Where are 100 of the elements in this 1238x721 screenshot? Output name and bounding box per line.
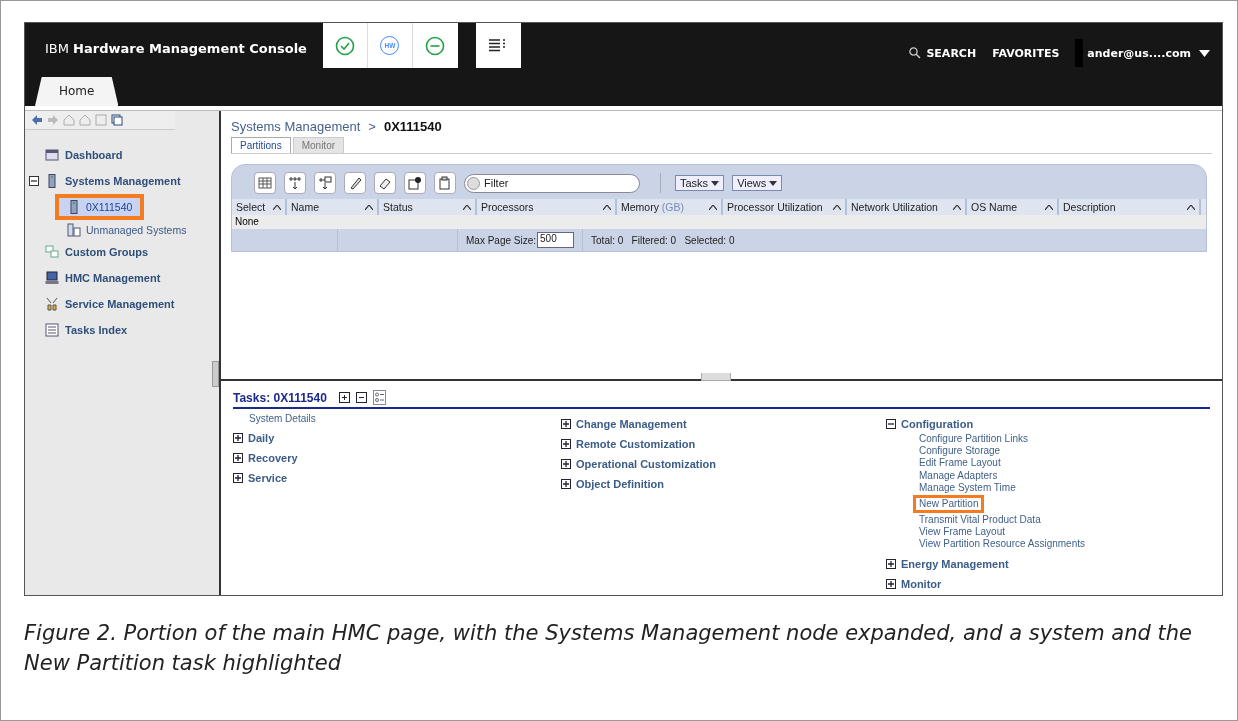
task-link[interactable]: View Partition Resource Assignments: [919, 538, 1085, 551]
list-icon: [45, 323, 59, 337]
expand-icon[interactable]: [233, 452, 243, 463]
columns-button[interactable]: [284, 172, 306, 194]
server-icon: [45, 174, 59, 188]
figure-caption: Figure 2. Portion of the main HMC page, with the Systems Management node expanded, and a system and the New Partition task highlighted: [24, 620, 1193, 677]
task-group[interactable]: Energy Management: [901, 558, 1009, 570]
expand-icon[interactable]: [233, 432, 243, 443]
tab[interactable]: Monitor: [292, 137, 345, 153]
eraser-button[interactable]: [374, 172, 396, 194]
collapse-icon[interactable]: [886, 418, 896, 429]
table-cell: None: [232, 215, 1206, 229]
expand-icon[interactable]: [886, 559, 896, 569]
caret-icon: [711, 180, 720, 186]
caret-icon: [769, 180, 778, 186]
task-group[interactable]: Daily: [248, 431, 275, 444]
totals-text: Total: 0 Filtered: 0 Selected: 0: [590, 234, 735, 246]
sidebar-item[interactable]: Service Management: [25, 291, 219, 317]
sort-icon[interactable]: [1045, 204, 1053, 210]
task-link[interactable]: View Frame Layout: [919, 526, 1005, 539]
home-tab[interactable]: Home: [35, 77, 119, 106]
minus-icon: [425, 35, 446, 56]
expand-icon[interactable]: [561, 438, 571, 449]
task-group[interactable]: Configuration: [901, 417, 974, 430]
columns-icon: [288, 176, 302, 190]
computer-icon: [45, 271, 59, 285]
app-title: IBM Hardware Management Console: [44, 40, 308, 56]
collapse-handle[interactable]: [212, 361, 219, 387]
task-group[interactable]: Recovery: [248, 451, 298, 464]
sort-icon[interactable]: [463, 204, 471, 210]
task-group[interactable]: Operational Customization: [576, 457, 716, 470]
server-icon: [67, 200, 81, 214]
tree-item[interactable]: 0X111540: [55, 194, 145, 220]
task-link[interactable]: System Details: [233, 413, 561, 427]
sort-icon[interactable]: [953, 204, 961, 210]
table-icon: [258, 176, 272, 190]
sort-icon[interactable]: [1187, 204, 1195, 210]
expand-icon[interactable]: [561, 418, 571, 429]
menu-icon: [489, 38, 508, 53]
sidebar-item[interactable]: Systems Management: [25, 168, 219, 194]
filter-rows-icon: [318, 176, 332, 190]
task-link[interactable]: Configure Storage: [919, 445, 1001, 458]
expand-icon[interactable]: [886, 579, 896, 589]
sidebar-item[interactable]: HMC Management: [25, 265, 219, 291]
sort-icon[interactable]: [709, 204, 717, 210]
check-icon: [334, 35, 355, 56]
page-size-label: Max Page Size:: [466, 234, 537, 246]
clipboard-button[interactable]: [434, 172, 456, 194]
task-list-icon[interactable]: [372, 390, 386, 405]
sidebar-item[interactable]: Custom Groups: [25, 239, 219, 265]
sort-icon[interactable]: [365, 204, 373, 210]
eraser-icon: [378, 176, 392, 190]
pencil-button[interactable]: [344, 172, 366, 194]
task-link[interactable]: Edit Frame Layout: [919, 457, 1001, 470]
menu-button[interactable]: [475, 23, 521, 68]
groups-icon: [45, 245, 59, 259]
sidebar-item[interactable]: Dashboard: [25, 142, 219, 168]
task-group[interactable]: Service: [248, 471, 288, 484]
expand-icon[interactable]: [233, 472, 243, 483]
expand-icon[interactable]: [561, 478, 571, 489]
back-arrow-icon[interactable]: [31, 114, 43, 126]
task-group[interactable]: Change Management: [576, 417, 687, 430]
search-link[interactable]: SEARCH: [909, 46, 977, 60]
caret-icon: [1199, 49, 1210, 57]
task-link[interactable]: Configure Partition Links: [919, 433, 1028, 446]
tools-icon: [45, 297, 59, 311]
server-question-icon: [67, 222, 81, 237]
clipboard-icon: [438, 176, 452, 190]
tab[interactable]: Partitions: [231, 137, 291, 153]
sidebar-item[interactable]: Tasks Index: [25, 317, 219, 343]
task-group[interactable]: Remote Customization: [576, 437, 696, 450]
filter-rows-button[interactable]: [314, 172, 336, 194]
task-link[interactable]: Manage System Time: [919, 481, 1016, 494]
task-link[interactable]: Manage Adapters: [919, 469, 998, 482]
filter-field[interactable]: Filter: [464, 173, 640, 193]
user-menu[interactable]: ander@us....com: [1075, 39, 1210, 67]
page-size-field[interactable]: 500: [537, 232, 575, 248]
favorites-link[interactable]: FAVORITES: [992, 46, 1060, 60]
tasks-title: Tasks: 0X111540: [233, 390, 327, 405]
tree-item[interactable]: Unmanaged Systems: [63, 220, 193, 239]
breadcrumb-current: 0X111540: [383, 119, 442, 134]
menu-button[interactable]: Views: [732, 175, 783, 191]
sort-icon[interactable]: [273, 204, 281, 210]
pencil-icon: [348, 176, 362, 190]
table-button[interactable]: [254, 172, 276, 194]
sort-icon[interactable]: [603, 204, 611, 210]
breadcrumb-link[interactable]: Systems Management: [231, 119, 361, 134]
task-link[interactable]: New Partition: [913, 494, 985, 513]
window-icon: [45, 148, 59, 162]
splitter-handle[interactable]: [701, 373, 731, 381]
task-group[interactable]: Monitor: [901, 578, 942, 590]
sort-icon[interactable]: [833, 204, 841, 210]
breadcrumb-separator: >: [368, 119, 376, 134]
collapse-icon[interactable]: [29, 176, 39, 186]
task-group[interactable]: Object Definition: [576, 477, 664, 490]
task-link[interactable]: Transmit Vital Product Data: [919, 513, 1041, 527]
expand-icon[interactable]: [561, 458, 571, 469]
collapse-all-icon[interactable]: [355, 392, 367, 403]
menu-button[interactable]: Tasks: [675, 175, 725, 191]
search-icon: [909, 47, 922, 59]
